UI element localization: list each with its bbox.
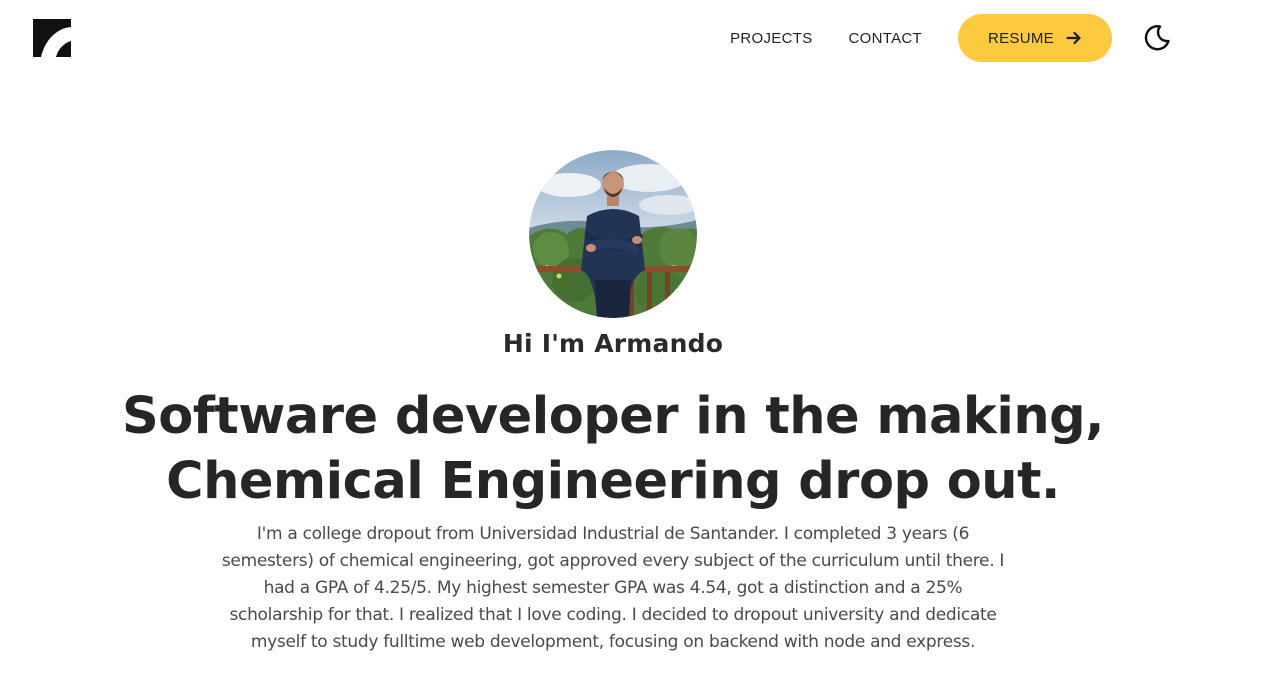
- brand-logo-icon[interactable]: [33, 19, 71, 57]
- portfolio-page: PROJECTS CONTACT RESUME Hi I'm Armando S…: [0, 0, 1280, 677]
- top-navigation: PROJECTS CONTACT RESUME: [730, 13, 1172, 63]
- nav-link-projects[interactable]: PROJECTS: [730, 30, 812, 47]
- moon-icon: [1144, 25, 1170, 51]
- greeting-heading: Hi I'm Armando: [502, 329, 724, 358]
- theme-toggle-button[interactable]: [1142, 23, 1172, 53]
- bio-paragraph: I'm a college dropout from Universidad I…: [221, 524, 1005, 652]
- arrow-right-icon: [1066, 31, 1081, 45]
- headline-line-2: Chemical Engineering drop out.: [166, 452, 1060, 511]
- resume-button[interactable]: RESUME: [958, 14, 1112, 62]
- nav-link-contact[interactable]: CONTACT: [849, 30, 922, 47]
- avatar-photo: [529, 150, 697, 318]
- hero-headline: Software developer in the making, Chemic…: [0, 384, 1226, 514]
- headline-line-1: Software developer in the making,: [121, 387, 1105, 446]
- resume-button-label: RESUME: [988, 29, 1054, 47]
